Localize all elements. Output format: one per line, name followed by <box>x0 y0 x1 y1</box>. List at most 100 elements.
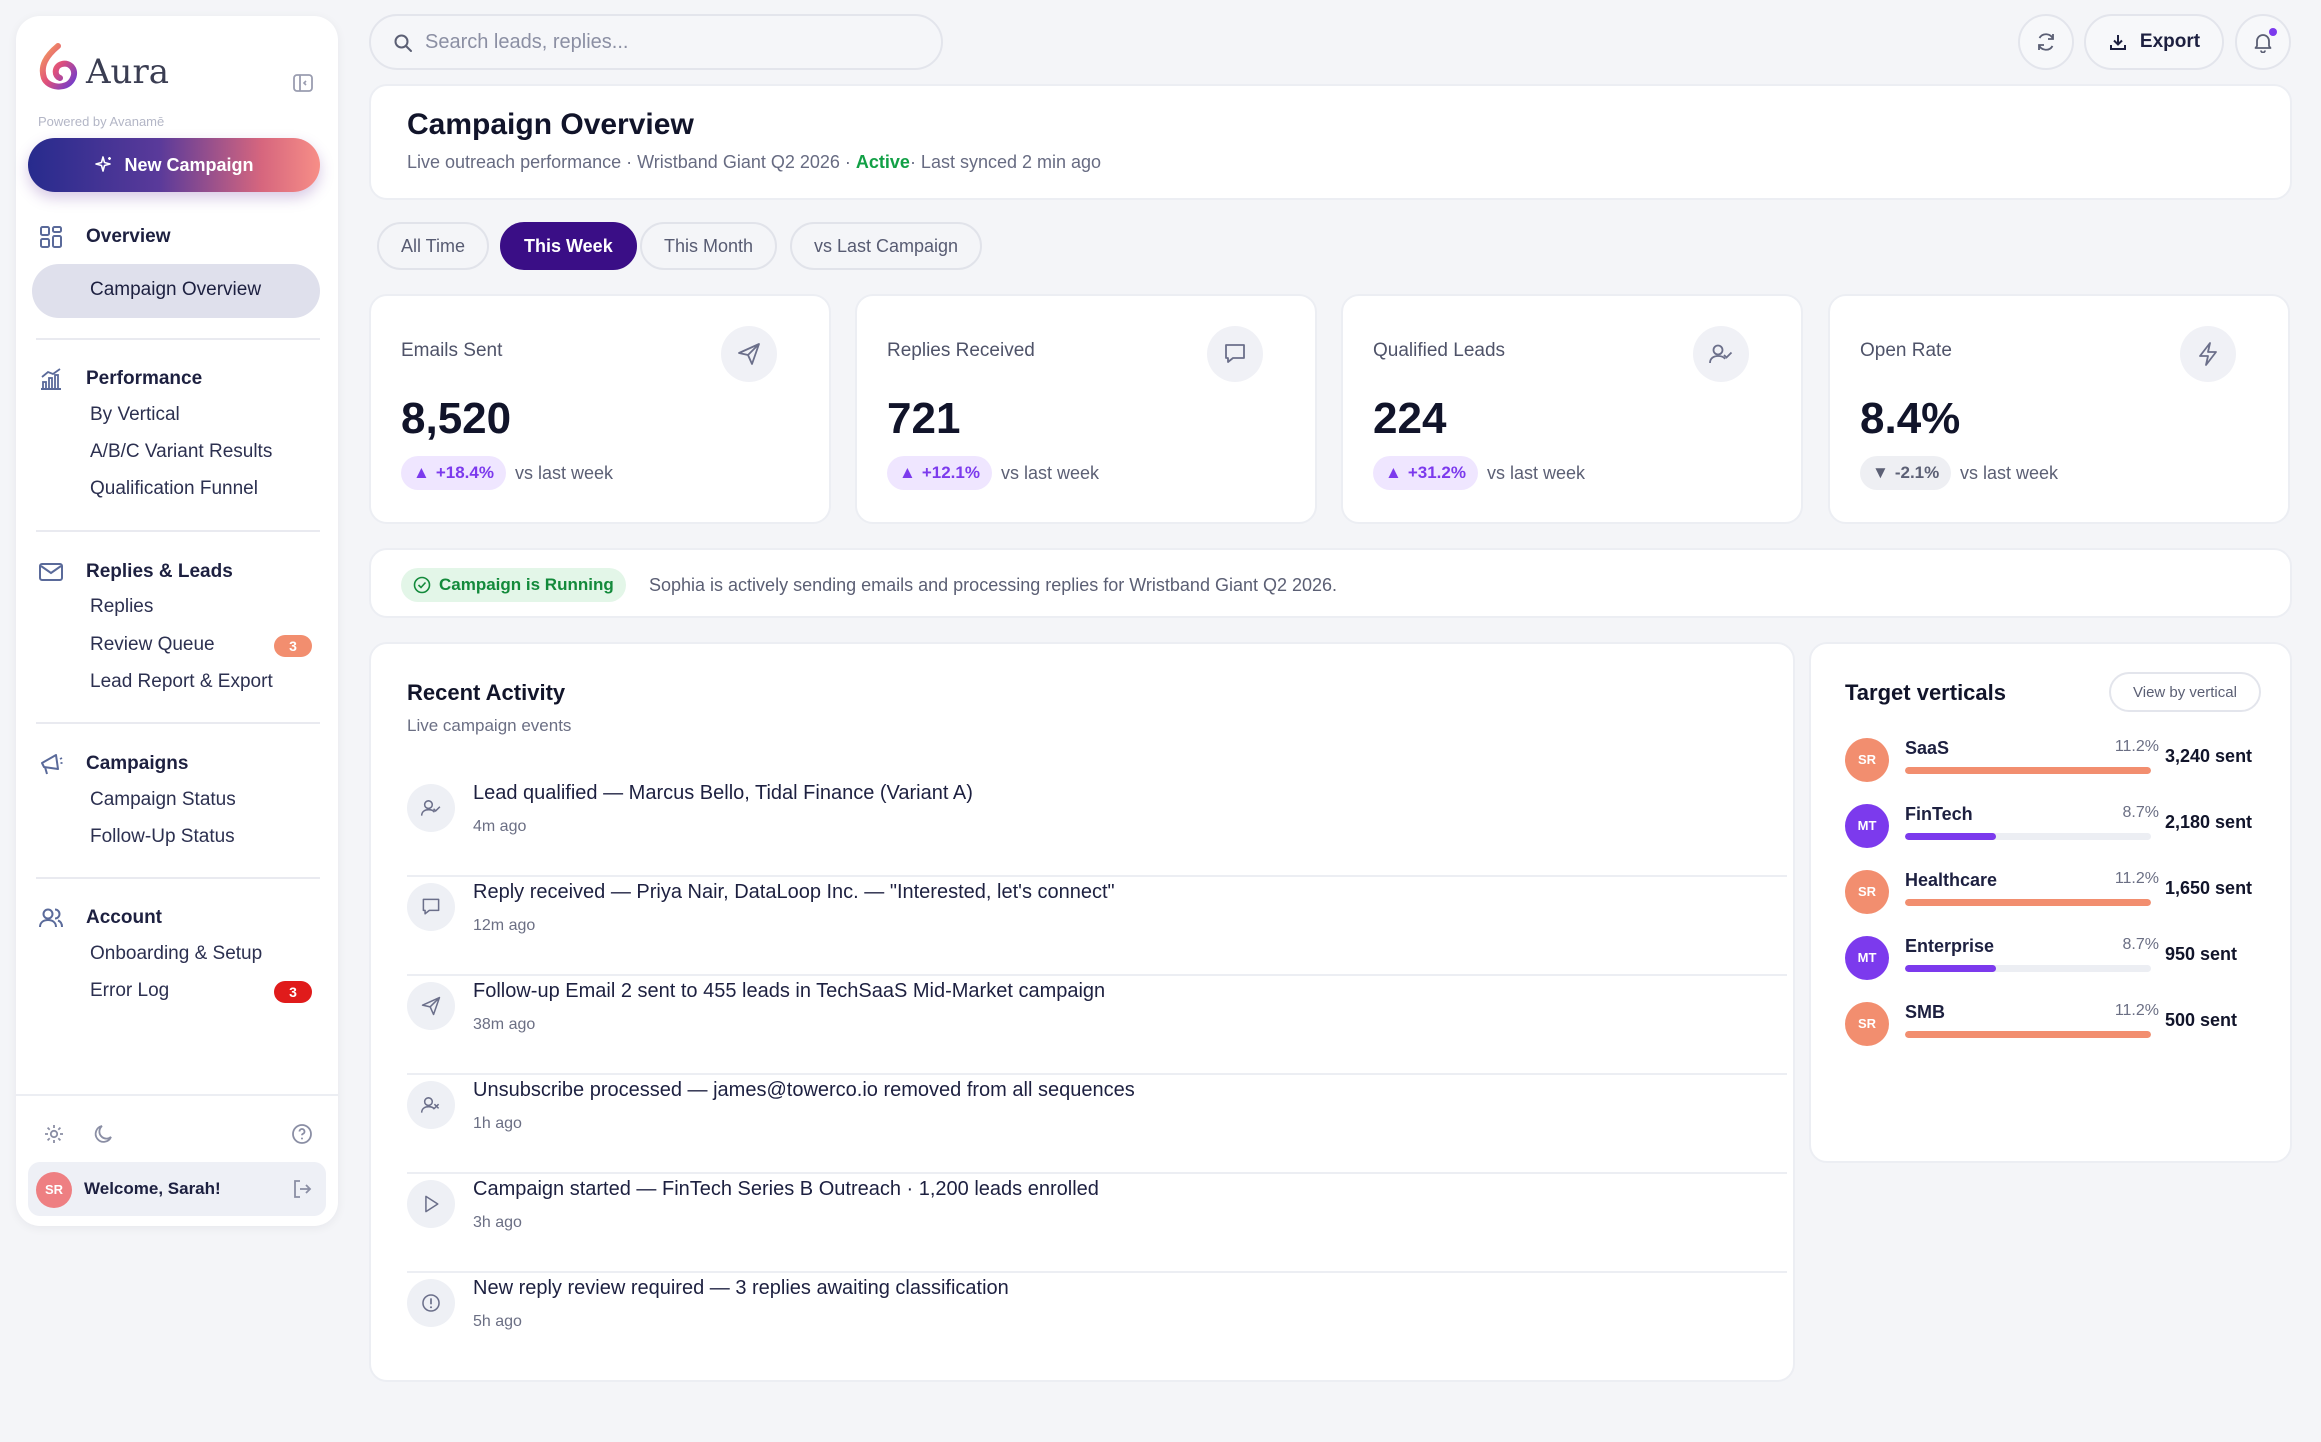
sidebar-item-review-queue[interactable]: Review Queue <box>90 634 215 656</box>
tab-this-week[interactable]: This Week <box>500 222 637 270</box>
activity-text: Unsubscribe processed — james@towerco.io… <box>473 1079 1135 1101</box>
sidebar-item-replies[interactable]: Replies <box>90 596 153 618</box>
activity-icon <box>407 982 455 1030</box>
sidebar-item-lead-report[interactable]: Lead Report & Export <box>90 671 273 693</box>
gear-icon[interactable] <box>42 1122 66 1146</box>
activity-item[interactable]: Reply received — Priya Nair, DataLoop In… <box>407 877 1787 976</box>
view-by-vertical-button[interactable]: View by vertical <box>2109 672 2261 712</box>
vertical-row[interactable]: SR Healthcare 11.2% 1,650 sent <box>1845 866 2275 916</box>
check-circle-icon <box>413 576 431 594</box>
activity-icon <box>407 883 455 931</box>
tab-all-time[interactable]: All Time <box>377 222 490 270</box>
user-chip[interactable]: SR Welcome, Sarah! <box>28 1162 326 1216</box>
stat-compare: vs last week <box>515 463 614 483</box>
sidebar-item-error-log[interactable]: Error Log <box>90 980 169 1002</box>
vertical-row[interactable]: SR SaaS 11.2% 3,240 sent <box>1845 734 2275 784</box>
download-icon <box>2109 35 2126 50</box>
stat-delta: ▲ +12.1% <box>887 456 992 490</box>
refresh-button[interactable] <box>2018 14 2074 70</box>
notifications-button[interactable] <box>2235 14 2291 70</box>
bolt-icon <box>2199 342 2217 366</box>
aura-logo-icon <box>39 43 78 90</box>
moon-icon[interactable] <box>92 1122 116 1146</box>
sparkle-icon <box>95 156 112 172</box>
new-campaign-button[interactable]: New Campaign <box>28 138 320 192</box>
sidebar-item-campaign-status[interactable]: Campaign Status <box>90 789 236 811</box>
vertical-sent: 1,650 sent <box>2165 878 2253 898</box>
brand-name: Aura <box>86 52 169 92</box>
sidebar-item-variant-results[interactable]: A/B/C Variant Results <box>90 441 272 463</box>
stat-icon <box>2180 326 2236 382</box>
vertical-name: FinTech <box>1905 804 1973 824</box>
search-input[interactable] <box>425 28 925 56</box>
grid-icon <box>40 226 62 248</box>
vertical-row[interactable]: SR SMB 11.2% 500 sent <box>1845 998 2275 1048</box>
logout-icon[interactable] <box>290 1177 314 1201</box>
section-subtitle: Live campaign events <box>407 716 572 735</box>
stat-delta-value: +12.1% <box>921 463 980 482</box>
vertical-row[interactable]: MT FinTech 8.7% 2,180 sent <box>1845 800 2275 850</box>
nav-section-label: Performance <box>86 368 203 389</box>
nav-section-performance[interactable]: Performance <box>38 366 202 392</box>
stat-compare: vs last week <box>1960 463 2059 483</box>
avatar: MT <box>1845 936 1889 980</box>
sidebar-item-campaign-overview[interactable]: Campaign Overview <box>32 264 320 318</box>
avatar: SR <box>1845 1002 1889 1046</box>
activity-item[interactable]: Unsubscribe processed — james@towerco.io… <box>407 1075 1787 1174</box>
nav-section-label: Replies & Leads <box>86 561 233 582</box>
activity-item[interactable]: New reply review required — 3 replies aw… <box>407 1273 1787 1372</box>
sidebar-item-onboarding[interactable]: Onboarding & Setup <box>90 943 262 965</box>
tab-this-month[interactable]: This Month <box>640 222 778 270</box>
nav-section-replies-leads[interactable]: Replies & Leads <box>38 559 233 585</box>
play-icon <box>425 1195 439 1213</box>
send-icon <box>421 996 441 1016</box>
vertical-name: SaaS <box>1905 738 1950 758</box>
vertical-name: SMB <box>1905 1002 1945 1022</box>
activity-time: 1h ago <box>473 1115 522 1132</box>
error-log-badge: 3 <box>274 981 312 1003</box>
page-header: Campaign Overview Live outreach performa… <box>369 84 2292 200</box>
vertical-progress <box>1905 965 2151 972</box>
section-title: Target verticals <box>1845 680 2007 705</box>
sidebar-item-follow-up-status[interactable]: Follow-Up Status <box>90 826 235 848</box>
user-check-icon <box>420 800 441 816</box>
vertical-progress-fill <box>1905 965 1997 972</box>
section-title: Recent Activity <box>407 680 566 705</box>
vertical-name: Healthcare <box>1905 870 1998 890</box>
export-button[interactable]: Export <box>2084 14 2224 70</box>
activity-text: Lead qualified — Marcus Bello, Tidal Fin… <box>473 782 973 804</box>
sidebar-item-by-vertical[interactable]: By Vertical <box>90 404 180 426</box>
nav-section-campaigns[interactable]: Campaigns <box>38 751 188 777</box>
sidebar-item-qualification-funnel[interactable]: Qualification Funnel <box>90 478 258 500</box>
vertical-progress <box>1905 833 2151 840</box>
activity-text: New reply review required — 3 replies aw… <box>473 1277 1009 1299</box>
activity-item[interactable]: Campaign started — FinTech Series B Outr… <box>407 1174 1787 1273</box>
stat-label: Qualified Leads <box>1373 340 1506 361</box>
vertical-progress-fill <box>1905 767 2151 774</box>
chat-icon <box>422 898 440 915</box>
stat-value: 8.4% <box>1860 394 1961 443</box>
sidebar-item-label: Campaign Overview <box>90 279 262 300</box>
avatar: SR <box>36 1172 72 1208</box>
nav-section-overview[interactable]: Overview <box>38 224 171 250</box>
activity-item[interactable]: Follow-up Email 2 sent to 455 leads in T… <box>407 976 1787 1075</box>
collapse-sidebar-icon[interactable] <box>292 72 314 94</box>
stat-label: Emails Sent <box>401 340 503 361</box>
avatar: MT <box>1845 804 1889 848</box>
search-bar[interactable] <box>369 14 943 70</box>
vertical-name: Enterprise <box>1905 936 1995 956</box>
avatar: SR <box>1845 870 1889 914</box>
help-icon[interactable] <box>290 1122 314 1146</box>
nav-section-account[interactable]: Account <box>38 905 162 931</box>
tab-vs-last-campaign[interactable]: vs Last Campaign <box>790 222 983 270</box>
subtitle-prefix: Live outreach performance · Wristband Gi… <box>407 152 856 172</box>
vertical-row[interactable]: MT Enterprise 8.7% 950 sent <box>1845 932 2275 982</box>
vertical-percent: 11.2% <box>2114 870 2159 887</box>
stat-delta: ▲ +31.2% <box>1373 456 1478 490</box>
activity-time: 38m ago <box>473 1016 536 1033</box>
user-check-icon <box>1709 344 1733 364</box>
stat-icon <box>721 326 777 382</box>
chat-icon <box>1225 344 1245 363</box>
activity-item[interactable]: Lead qualified — Marcus Bello, Tidal Fin… <box>407 778 1787 877</box>
vertical-progress <box>1905 1031 2151 1038</box>
